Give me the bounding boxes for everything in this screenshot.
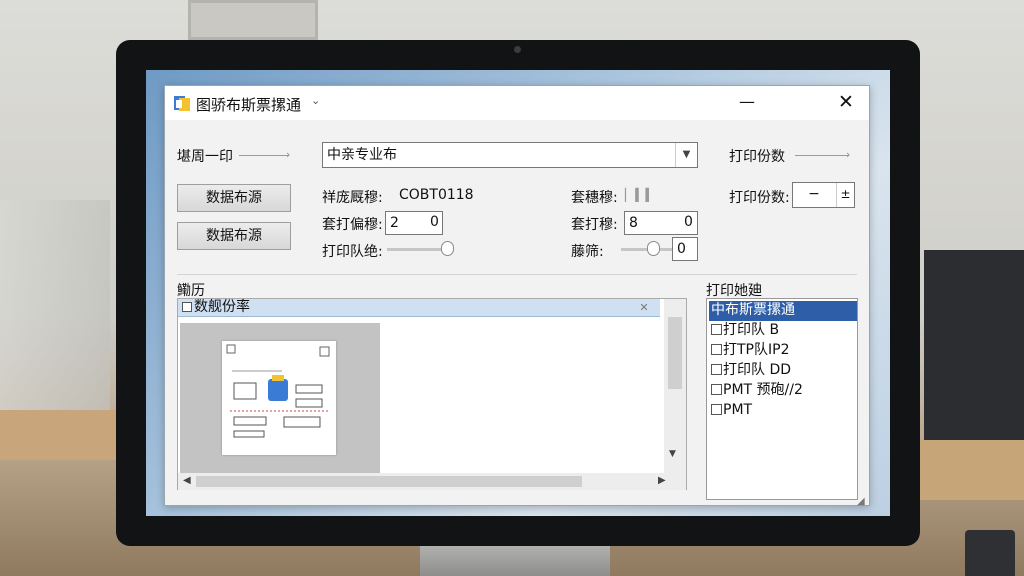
filter-value: 0 [677, 241, 686, 257]
setting-label-2: 套打偏穆: [322, 217, 383, 233]
chevron-right-icon: › [286, 148, 291, 161]
horizontal-scrollbar[interactable]: ◀ ▶ [178, 473, 686, 490]
setting-label-6: 藤筛: [571, 244, 604, 260]
chevron-right-icon[interactable]: ▶ [658, 475, 666, 486]
minimize-button[interactable]: — [732, 88, 762, 118]
printer-item-label: PMT 预砲//2 [723, 382, 803, 398]
filter-value-box[interactable]: 0 [672, 237, 698, 261]
setting-label-3: 打印队绝: [322, 244, 383, 260]
resize-grip-icon[interactable]: ◢ [857, 496, 865, 507]
queue-slider-track[interactable] [387, 248, 449, 251]
background-desk [0, 410, 118, 460]
preview-canvas [180, 323, 380, 473]
setting-label-5: 套打穆: [571, 217, 618, 233]
printer-list-heading: 打印她廸 [706, 283, 762, 299]
printer-item[interactable]: 中布斯票摞通 [709, 301, 857, 321]
screen: 图骄布斯票摞通 ⌄ — ✕ 堪周一印 › 数据布源 数据布源 中亲专业布 ▼ 祥… [146, 70, 890, 516]
divider-line [795, 155, 849, 156]
printer-item[interactable]: 打印队 DD [709, 361, 857, 381]
print-offset-input-end: 0 [684, 214, 693, 230]
chevron-down-icon[interactable]: ▼ [669, 449, 676, 459]
printer-item-label: 打印队 B [723, 322, 780, 338]
checkbox[interactable] [711, 324, 722, 335]
divider-line [239, 155, 289, 156]
title-caret-icon[interactable]: ⌄ [311, 94, 320, 107]
print-dialog-window: 图骄布斯票摞通 ⌄ — ✕ 堪周一印 › 数据布源 数据布源 中亲专业布 ▼ 祥… [164, 85, 870, 507]
checkbox[interactable] [711, 384, 722, 395]
document-tab-label: 数舰份率 [194, 299, 250, 315]
copies-heading: 打印份数 [729, 149, 785, 165]
document-tab[interactable]: 数舰份率 [178, 299, 660, 317]
data-source-button-2[interactable]: 数据布源 [177, 222, 291, 250]
printer-select[interactable]: 中亲专业布 ▼ [322, 142, 698, 168]
background-frame [188, 0, 318, 40]
chevron-right-icon: › [846, 148, 851, 161]
close-button[interactable]: ✕ [830, 88, 862, 118]
copies-increment-button[interactable]: ± [836, 183, 854, 207]
title-bar[interactable]: 图骄布斯票摞通 ⌄ — ✕ [165, 86, 869, 120]
printer-item[interactable]: 打TP队IP2 [709, 341, 857, 361]
print-offset-input-value: 8 [629, 215, 638, 231]
checkbox[interactable] [711, 404, 722, 415]
copies-decrement-button[interactable]: − [793, 183, 835, 207]
preview-pane[interactable]: 数舰份率 ✕ ▼ ◀ ▶ [177, 298, 687, 490]
setting-label-1: 祥庞厩穆: [322, 190, 383, 206]
background-desk [920, 440, 1024, 500]
chevron-left-icon[interactable]: ◀ [183, 475, 191, 486]
offset-input-end: 0 [430, 214, 439, 230]
page-thumbnail[interactable] [222, 341, 336, 455]
horizontal-scroll-thumb[interactable] [196, 476, 582, 487]
checkbox[interactable] [711, 344, 722, 355]
chevron-down-icon[interactable]: ▼ [675, 143, 697, 167]
pen-cup [965, 530, 1015, 576]
app-icon [174, 96, 190, 111]
window-title: 图骄布斯票摞通 [196, 96, 302, 114]
printer-item[interactable]: PMT 预砲//2 [709, 381, 857, 401]
printer-item[interactable]: 打印队 B [709, 321, 857, 341]
checkbox[interactable] [711, 364, 722, 375]
thumbnail-layout-icon [226, 344, 330, 438]
printer-list[interactable]: 中布斯票摞通 打印队 B 打TP队IP2 打印队 DD PMT 预砲//2 PM… [706, 298, 858, 500]
vertical-scroll-thumb[interactable] [668, 317, 682, 389]
setting-label-4: 套穗穆: [571, 190, 618, 206]
background-lamp [0, 200, 110, 440]
printer-item-label: 打印队 DD [723, 362, 792, 378]
copies-label: 打印份数: [729, 190, 790, 206]
preview-heading: 鰳历 [177, 283, 205, 299]
left-panel-heading: 堪周一印 [177, 149, 233, 165]
separator [177, 274, 857, 275]
data-source-button[interactable]: 数据布源 [177, 184, 291, 212]
background-monitor [924, 250, 1024, 440]
webcam [514, 46, 521, 53]
printer-item-label: 打TP队IP2 [723, 342, 790, 358]
printer-item-label: 中布斯票摞通 [711, 302, 795, 318]
bars-icon: ▏▍▍ [625, 188, 656, 202]
offset-input-value: 2 [390, 215, 399, 231]
document-icon [182, 302, 192, 312]
vertical-scrollbar[interactable]: ▼ [664, 299, 686, 473]
printer-select-value: 中亲专业布 [327, 147, 397, 163]
tab-close-icon[interactable]: ✕ [634, 299, 654, 317]
printer-item[interactable]: PMT [709, 401, 857, 421]
monitor-bezel: 图骄布斯票摞通 ⌄ — ✕ 堪周一印 › 数据布源 数据布源 中亲专业布 ▼ 祥… [116, 40, 920, 546]
queue-slider-thumb[interactable] [441, 241, 454, 256]
filter-slider-thumb[interactable] [647, 241, 660, 256]
setting-value-1: COBT0118 [399, 187, 474, 203]
printer-item-label: PMT [723, 402, 753, 418]
